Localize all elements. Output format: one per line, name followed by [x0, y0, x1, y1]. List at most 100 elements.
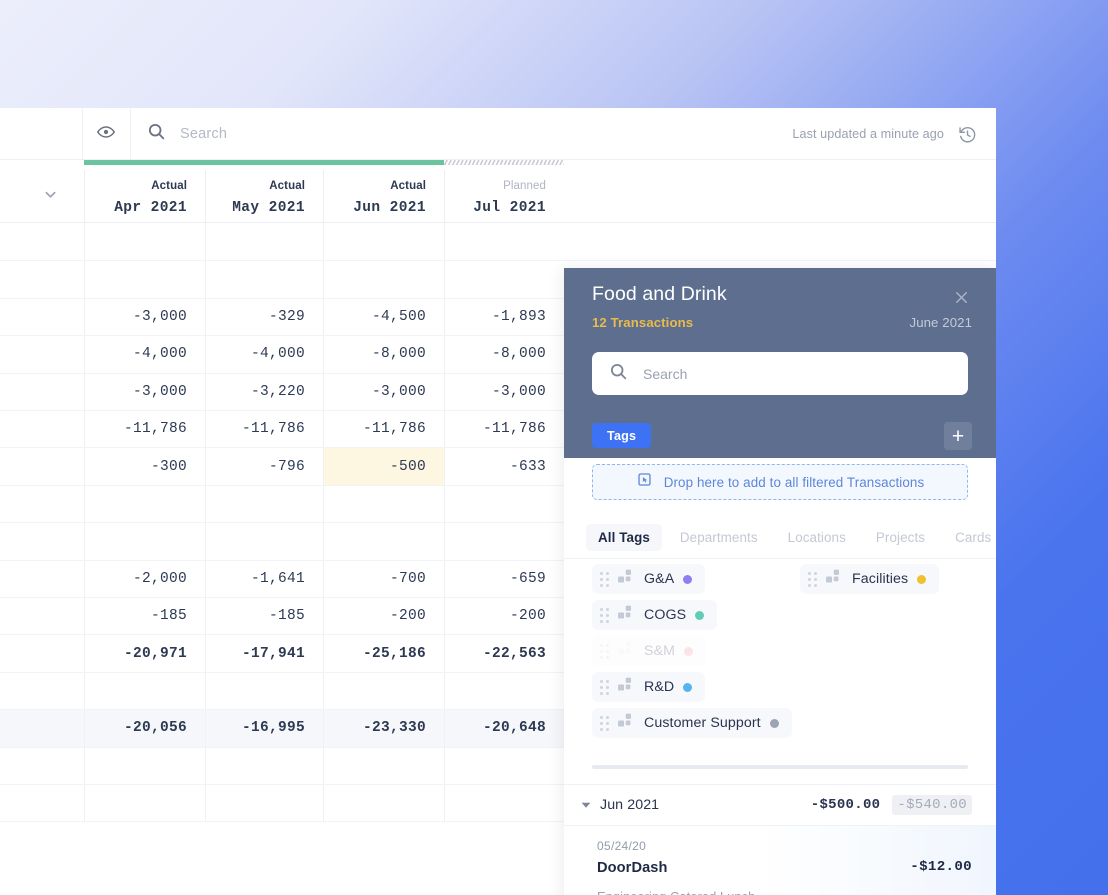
- grid-column-header[interactable]: Actual Apr 2021: [84, 170, 205, 228]
- grid-cell[interactable]: -20,648: [444, 710, 564, 747]
- grid-cell[interactable]: [444, 485, 564, 523]
- grid-row-label-cell[interactable]: [0, 486, 84, 522]
- tag-item[interactable]: COGS: [592, 600, 718, 630]
- grid-cell[interactable]: -796: [205, 448, 323, 485]
- grid-cell[interactable]: -11,786: [323, 411, 444, 448]
- tag-category-tab[interactable]: Departments: [668, 524, 770, 551]
- grid-cell[interactable]: -20,056: [84, 710, 205, 747]
- grid-cell[interactable]: -500: [323, 448, 444, 485]
- transaction-row[interactable]: 05/24/20 DoorDash Engineering Catered Lunc…: [564, 826, 996, 895]
- panel-search-field[interactable]: Search: [592, 352, 968, 395]
- drag-handle-icon[interactable]: [600, 715, 609, 731]
- tag-list-scrollbar[interactable]: [592, 765, 968, 769]
- grid-cell[interactable]: -633: [444, 448, 564, 485]
- grid-column-header[interactable]: Planned Jul 2021: [444, 170, 564, 228]
- grid-cell[interactable]: [444, 224, 564, 261]
- grid-cell[interactable]: [205, 224, 323, 261]
- grid-row-label-cell[interactable]: [0, 448, 84, 484]
- grid-cell[interactable]: -3,000: [84, 373, 205, 410]
- grid-column-header[interactable]: Actual Jun 2021: [323, 170, 444, 228]
- grid-cell[interactable]: -25,186: [323, 635, 444, 672]
- grid-cell[interactable]: -22,563: [444, 635, 564, 672]
- grid-row-label-cell[interactable]: [0, 374, 84, 410]
- grid-cell[interactable]: [84, 672, 205, 710]
- grid-cell[interactable]: [323, 785, 444, 822]
- grid-cell[interactable]: [205, 485, 323, 523]
- grid-cell[interactable]: [84, 747, 205, 784]
- grid-row-label-cell[interactable]: [0, 523, 84, 559]
- tag-item[interactable]: S&M: [592, 636, 707, 666]
- grid-cell[interactable]: -3,000: [84, 298, 205, 336]
- grid-row-label-cell[interactable]: [0, 224, 84, 260]
- grid-row-label-cell[interactable]: [0, 710, 84, 746]
- grid-cell[interactable]: [323, 747, 444, 784]
- grid-cell[interactable]: -8,000: [444, 336, 564, 373]
- close-icon[interactable]: [950, 286, 972, 308]
- grid-cell[interactable]: [84, 785, 205, 822]
- tag-category-tab[interactable]: Locations: [776, 524, 858, 551]
- grid-cell[interactable]: [444, 785, 564, 822]
- grid-cell[interactable]: [205, 261, 323, 298]
- grid-cell[interactable]: [205, 747, 323, 784]
- drag-handle-icon[interactable]: [808, 571, 817, 587]
- grid-cell[interactable]: -4,000: [84, 336, 205, 373]
- grid-cell[interactable]: -2,000: [84, 560, 205, 597]
- search-field[interactable]: Search: [131, 108, 781, 160]
- grid-cell[interactable]: -17,941: [205, 635, 323, 672]
- tag-item[interactable]: R&D: [592, 672, 706, 702]
- grid-cell[interactable]: -20,971: [84, 635, 205, 672]
- grid-row-label-cell[interactable]: [0, 673, 84, 709]
- grid-cell[interactable]: -185: [84, 598, 205, 635]
- grid-cell[interactable]: -3,000: [444, 373, 564, 410]
- history-refresh-icon[interactable]: [957, 124, 978, 145]
- grid-row-label-cell[interactable]: [0, 261, 84, 297]
- grid-row-label-cell[interactable]: [0, 598, 84, 634]
- tag-category-tab[interactable]: Cards: [943, 524, 996, 551]
- grid-cell[interactable]: -8,000: [323, 336, 444, 373]
- drag-handle-icon[interactable]: [600, 571, 609, 587]
- grid-cell[interactable]: [323, 224, 444, 261]
- grid-cell[interactable]: [84, 485, 205, 523]
- grid-cell[interactable]: [444, 261, 564, 298]
- grid-cell[interactable]: -700: [323, 560, 444, 597]
- grid-cell[interactable]: -4,000: [205, 336, 323, 373]
- grid-cell[interactable]: [444, 672, 564, 710]
- grid-cell[interactable]: -659: [444, 560, 564, 597]
- grid-cell[interactable]: -11,786: [84, 411, 205, 448]
- grid-row-label-cell[interactable]: [0, 635, 84, 671]
- grid-cell[interactable]: -11,786: [444, 411, 564, 448]
- tag-item[interactable]: G&A: [592, 564, 706, 594]
- grid-cell[interactable]: -329: [205, 298, 323, 336]
- grid-cell[interactable]: -1,641: [205, 560, 323, 597]
- grid-row-label-cell[interactable]: [0, 561, 84, 597]
- tag-dropzone[interactable]: Drop here to add to all filtered Transac…: [592, 464, 968, 500]
- tag-item[interactable]: Customer Support: [592, 708, 792, 738]
- grid-cell[interactable]: -4,500: [323, 298, 444, 336]
- grid-row-label-cell[interactable]: [0, 336, 84, 372]
- grid-column-header[interactable]: Actual May 2021: [205, 170, 323, 228]
- grid-cell[interactable]: [323, 672, 444, 710]
- grid-cell[interactable]: [205, 672, 323, 710]
- grid-cell[interactable]: -11,786: [205, 411, 323, 448]
- grid-cell[interactable]: -23,330: [323, 710, 444, 747]
- grid-cell[interactable]: -3,220: [205, 373, 323, 410]
- chevron-down-icon[interactable]: [36, 183, 64, 205]
- grid-cell[interactable]: [444, 523, 564, 560]
- grid-row-label-cell[interactable]: [0, 299, 84, 335]
- caret-down-icon[interactable]: [580, 799, 592, 811]
- grid-cell[interactable]: -300: [84, 448, 205, 485]
- grid-row[interactable]: [0, 224, 996, 262]
- drag-handle-icon[interactable]: [600, 607, 609, 623]
- grid-cell[interactable]: [323, 485, 444, 523]
- grid-cell[interactable]: -1,893: [444, 298, 564, 336]
- grid-cell[interactable]: [84, 523, 205, 560]
- grid-cell[interactable]: [205, 785, 323, 822]
- grid-cell[interactable]: [323, 261, 444, 298]
- grid-cell[interactable]: [323, 523, 444, 560]
- drag-handle-icon[interactable]: [600, 679, 609, 695]
- grid-cell[interactable]: -185: [205, 598, 323, 635]
- visibility-toggle-button[interactable]: [82, 108, 130, 160]
- grid-cell[interactable]: [84, 224, 205, 261]
- drag-handle-icon[interactable]: [600, 643, 609, 659]
- add-tag-button[interactable]: +: [944, 422, 972, 450]
